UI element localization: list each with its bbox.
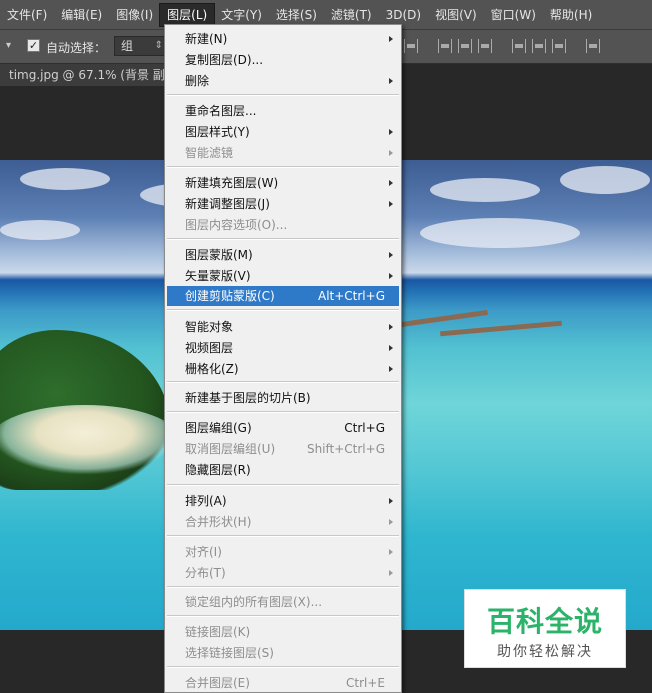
menu-item-rename-layer[interactable]: 重命名图层... bbox=[167, 101, 399, 121]
watermark-title: 百科全说 bbox=[486, 605, 603, 638]
submenu-arrow-icon bbox=[389, 150, 393, 156]
menu-item-merge-layers[interactable]: 合并图层(E) Ctrl+E bbox=[167, 673, 399, 693]
menu-item-layer-content-options[interactable]: 图层内容选项(O)... bbox=[167, 215, 399, 235]
select-caret-icon: ⇕ bbox=[154, 40, 163, 51]
shortcut-label: Alt+Ctrl+G bbox=[317, 289, 385, 303]
menu-item-smart-object[interactable]: 智能对象 bbox=[167, 317, 399, 337]
menu-item-hide-layers[interactable]: 隐藏图层(R) bbox=[167, 460, 399, 480]
menu-separator bbox=[167, 535, 399, 537]
menu-layer[interactable]: 图层(L) bbox=[159, 2, 216, 27]
submenu-arrow-icon bbox=[389, 252, 393, 258]
shortcut-label: Shift+Ctrl+G bbox=[306, 442, 385, 456]
auto-select-label: 自动选择： bbox=[46, 41, 107, 55]
menu-item-distribute[interactable]: 分布(T) bbox=[167, 563, 399, 583]
submenu-arrow-icon bbox=[389, 498, 393, 504]
submenu-arrow-icon bbox=[389, 345, 393, 351]
menu-item-align[interactable]: 对齐(I) bbox=[167, 542, 399, 562]
align-distribute-toolbar bbox=[404, 39, 600, 53]
auto-select-mode-select[interactable]: 组 ⇕ bbox=[114, 36, 168, 56]
menu-item-new-adjustment-layer[interactable]: 新建调整图层(J) bbox=[167, 194, 399, 214]
menu-separator bbox=[167, 238, 399, 240]
distribute-vcenter-icon[interactable] bbox=[458, 39, 472, 53]
menu-edit[interactable]: 编辑(E) bbox=[54, 4, 109, 26]
auto-select-checkbox[interactable]: ✓ bbox=[27, 39, 40, 52]
menu-separator bbox=[167, 666, 399, 668]
submenu-arrow-icon bbox=[389, 519, 393, 525]
menu-item-new-layer-based-slice[interactable]: 新建基于图层的切片(B) bbox=[167, 388, 399, 408]
shortcut-label: Ctrl+E bbox=[346, 676, 385, 690]
menu-separator bbox=[167, 309, 399, 311]
document-tab[interactable]: timg.jpg @ 67.1% (背景 副本 bbox=[0, 64, 164, 86]
menu-item-video-layer[interactable]: 视频图层 bbox=[167, 338, 399, 358]
menu-item-group-layers[interactable]: 图层编组(G) Ctrl+G bbox=[167, 418, 399, 438]
submenu-arrow-icon bbox=[389, 201, 393, 207]
menu-item-new-fill-layer[interactable]: 新建填充图层(W) bbox=[167, 173, 399, 193]
menu-select[interactable]: 选择(S) bbox=[269, 4, 324, 26]
menu-filter[interactable]: 滤镜(T) bbox=[324, 4, 379, 26]
menu-view[interactable]: 视图(V) bbox=[428, 4, 484, 26]
menu-item-combine-shapes[interactable]: 合并形状(H) bbox=[167, 512, 399, 532]
submenu-arrow-icon bbox=[389, 129, 393, 135]
auto-select-mode-value: 组 bbox=[121, 39, 134, 53]
submenu-arrow-icon bbox=[389, 78, 393, 84]
tool-preset-dropdown-icon[interactable]: ▾ bbox=[6, 40, 11, 51]
menu-item-layer-mask[interactable]: 图层蒙版(M) bbox=[167, 245, 399, 265]
submenu-arrow-icon bbox=[389, 549, 393, 555]
menu-file[interactable]: 文件(F) bbox=[0, 4, 54, 26]
submenu-arrow-icon bbox=[389, 36, 393, 42]
menu-separator bbox=[167, 94, 399, 96]
menu-item-ungroup-layers[interactable]: 取消图层编组(U) Shift+Ctrl+G bbox=[167, 439, 399, 459]
menu-item-new[interactable]: 新建(N) bbox=[167, 29, 399, 49]
menu-3d[interactable]: 3D(D) bbox=[379, 4, 428, 26]
menu-separator bbox=[167, 166, 399, 168]
distribute-right-icon[interactable] bbox=[552, 39, 566, 53]
menu-item-lock-all-layers-in-group[interactable]: 锁定组内的所有图层(X)... bbox=[167, 592, 399, 612]
menu-separator bbox=[167, 381, 399, 383]
menu-separator bbox=[167, 615, 399, 617]
menu-item-delete[interactable]: 删除 bbox=[167, 71, 399, 91]
shortcut-label: Ctrl+G bbox=[344, 421, 385, 435]
menu-window[interactable]: 窗口(W) bbox=[484, 4, 543, 26]
submenu-arrow-icon bbox=[389, 180, 393, 186]
menu-separator bbox=[167, 586, 399, 588]
menu-item-duplicate-layer[interactable]: 复制图层(D)... bbox=[167, 50, 399, 70]
distribute-left-icon[interactable] bbox=[512, 39, 526, 53]
menu-item-link-layers[interactable]: 链接图层(K) bbox=[167, 622, 399, 642]
menu-item-vector-mask[interactable]: 矢量蒙版(V) bbox=[167, 266, 399, 286]
menu-item-create-clipping-mask[interactable]: 创建剪贴蒙版(C) Alt+Ctrl+G bbox=[167, 286, 399, 306]
watermark-subtitle: 助你轻松解决 bbox=[497, 644, 593, 660]
auto-align-icon[interactable] bbox=[586, 39, 600, 53]
submenu-arrow-icon bbox=[389, 366, 393, 372]
submenu-arrow-icon bbox=[389, 273, 393, 279]
submenu-arrow-icon bbox=[389, 324, 393, 330]
align-bottom-icon[interactable] bbox=[404, 39, 418, 53]
submenu-arrow-icon bbox=[389, 570, 393, 576]
menu-item-layer-style[interactable]: 图层样式(Y) bbox=[167, 122, 399, 142]
menu-item-select-linked-layers[interactable]: 选择链接图层(S) bbox=[167, 643, 399, 663]
watermark-logo: 百科全说 助你轻松解决 bbox=[464, 589, 626, 668]
distribute-hcenter-icon[interactable] bbox=[532, 39, 546, 53]
menu-item-arrange[interactable]: 排列(A) bbox=[167, 491, 399, 511]
layer-menu-dropdown: 新建(N) 复制图层(D)... 删除 重命名图层... 图层样式(Y) 智能滤… bbox=[164, 24, 402, 693]
menu-separator bbox=[167, 484, 399, 486]
menu-item-smart-filter[interactable]: 智能滤镜 bbox=[167, 143, 399, 163]
menu-help[interactable]: 帮助(H) bbox=[543, 4, 599, 26]
distribute-top-icon[interactable] bbox=[438, 39, 452, 53]
menu-separator bbox=[167, 411, 399, 413]
menu-type[interactable]: 文字(Y) bbox=[214, 4, 269, 26]
menu-item-rasterize[interactable]: 栅格化(Z) bbox=[167, 359, 399, 379]
distribute-bottom-icon[interactable] bbox=[478, 39, 492, 53]
menu-image[interactable]: 图像(I) bbox=[109, 4, 160, 26]
